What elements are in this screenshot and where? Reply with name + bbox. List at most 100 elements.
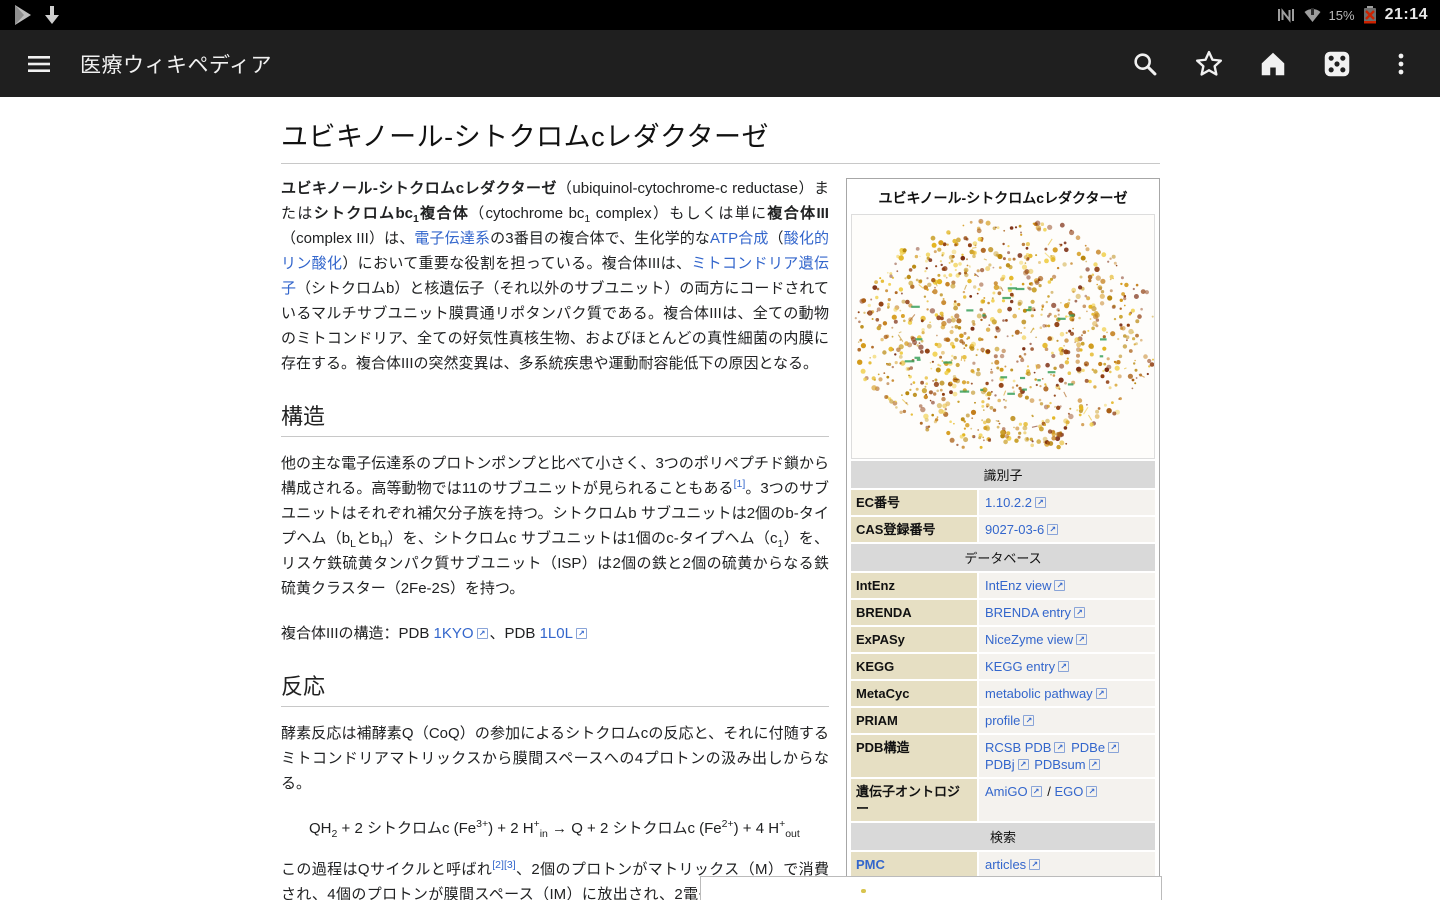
home-icon xyxy=(1261,52,1285,75)
search-button[interactable] xyxy=(1130,49,1160,79)
text-segment: （cytochrome bc xyxy=(469,205,585,222)
text-segment: EC番号 xyxy=(856,495,901,510)
infobox-row-value: KEGG entry ↗ xyxy=(979,654,1155,679)
home-button[interactable] xyxy=(1258,49,1288,79)
bookmark-button[interactable] xyxy=(1194,49,1224,79)
inline-link[interactable]: profile xyxy=(985,713,1020,728)
enzyme-infobox: ユビキノール-シトクロムcレダクターゼ 識別子 EC番号 1.10.2.2 ↗ CAS登… xyxy=(846,178,1160,900)
notification-area[interactable] xyxy=(12,3,62,27)
star-icon xyxy=(1195,50,1223,76)
infobox-row-label: PMC xyxy=(851,852,977,877)
inline-link[interactable]: BRENDA entry xyxy=(985,605,1071,620)
inline-link[interactable]: 9027-03-6 xyxy=(985,522,1044,537)
text-segment: 複合体III xyxy=(767,205,829,222)
random-article-button[interactable] xyxy=(1322,49,1352,79)
protein-structure-image[interactable] xyxy=(851,214,1155,459)
external-link-icon: ↗ xyxy=(1095,688,1107,699)
external-link-icon: ↗ xyxy=(1029,859,1041,870)
external-link-icon: ↗ xyxy=(1017,759,1029,770)
inline-link[interactable]: PMC xyxy=(856,857,885,872)
infobox-row-value: 1.10.2.2 ↗ xyxy=(979,490,1155,515)
text-segment: とb xyxy=(355,530,380,547)
infobox-row: PDB構造 RCSB PDB ↗ PDBe ↗ PDBj ↗ PDBsum ↗ xyxy=(851,735,1155,777)
text-segment: KEGG xyxy=(856,659,895,674)
pdb-structure-line: 複合体IIIの構造：PDB 1KYO ↗ 、PDB 1L0L ↗ xyxy=(281,621,829,646)
inline-link[interactable]: IntEnz view xyxy=(985,578,1051,593)
text-segment: 3+ xyxy=(476,818,489,830)
play-store-icon xyxy=(15,5,31,25)
infobox-row-value: RCSB PDB ↗ PDBe ↗ PDBj ↗ PDBsum ↗ xyxy=(979,735,1155,777)
next-infobox-partial xyxy=(700,876,1162,900)
inline-link[interactable]: metabolic pathway xyxy=(985,686,1093,701)
inline-link[interactable]: 1.10.2.2 xyxy=(985,495,1032,510)
text-segment: 遺伝子オントロジー xyxy=(856,784,961,816)
text-segment: ) + 2 H xyxy=(488,820,534,837)
status-indicators: 15% 21:14 xyxy=(1276,5,1428,25)
infobox-row: MetaCyc metabolic pathway ↗ xyxy=(851,681,1155,706)
section-heading-structure: 構造 xyxy=(281,404,829,437)
search-icon xyxy=(1134,52,1157,75)
section-heading-reaction: 反応 xyxy=(281,674,829,707)
text-segment: 、PDB xyxy=(489,625,540,642)
inline-link[interactable]: AmiGO xyxy=(985,784,1028,799)
reference-link[interactable]: [2][3] xyxy=(492,860,515,878)
text-segment: この過程はQサイクルと呼ばれ xyxy=(281,861,493,878)
hamburger-icon xyxy=(28,55,50,72)
text-segment: ExPASy xyxy=(856,632,905,647)
text-segment: 複合体 xyxy=(418,205,470,222)
inline-link[interactable]: PDBe xyxy=(1071,740,1105,755)
external-link-icon: ↗ xyxy=(1054,742,1066,753)
article: ユビキノール-シトクロムcレダクターゼ ユビキノール-シトクロムcレダクターゼ （… xyxy=(281,97,1160,900)
text-segment: BRENDA xyxy=(856,605,912,620)
infobox-row-value: NiceZyme view ↗ xyxy=(979,627,1155,652)
inline-link[interactable]: 電子伝達系 xyxy=(414,230,490,247)
external-link-icon: ↗ xyxy=(1058,661,1070,672)
structure-paragraph: 他の主な電子伝達系のプロトンポンプと比べて小さく、3つのポリペプチド鎖から構成さ… xyxy=(281,451,829,601)
infobox-row-label: MetaCyc xyxy=(851,681,977,706)
inline-link[interactable]: articles xyxy=(985,857,1026,872)
inline-link[interactable]: RCSB PDB xyxy=(985,740,1051,755)
infobox-row: BRENDA BRENDA entry ↗ xyxy=(851,600,1155,625)
toolbar-actions xyxy=(1130,49,1422,79)
text-segment: 酵素反応は補酵素Q（CoQ）の参加によるシトクロムcの反応と、それに付随するミト… xyxy=(281,725,829,792)
inline-link[interactable]: KEGG entry xyxy=(985,659,1055,674)
inline-link[interactable]: PDBsum xyxy=(1034,757,1085,772)
inline-link[interactable]: PDBj xyxy=(985,757,1015,772)
text-segment: ユビキノール-シトクロムcレダクターゼ xyxy=(281,180,557,197)
inline-link[interactable]: NiceZyme view xyxy=(985,632,1073,647)
external-link-icon: ↗ xyxy=(1086,786,1098,797)
text-segment: 2+ xyxy=(721,818,734,830)
text-segment: PDB構造 xyxy=(856,740,910,755)
infobox-row-label: 遺伝子オントロジー xyxy=(851,779,977,821)
menu-button[interactable] xyxy=(24,49,54,79)
infobox-row-value: IntEnz view ↗ xyxy=(979,573,1155,598)
external-link-icon: ↗ xyxy=(1108,742,1120,753)
overflow-menu-button[interactable] xyxy=(1386,49,1416,79)
signal-icon xyxy=(1304,8,1321,22)
download-icon xyxy=(45,6,59,24)
image-loading-speck xyxy=(861,889,866,893)
article-scroll-area[interactable]: ユビキノール-シトクロムcレダクターゼ ユビキノール-シトクロムcレダクターゼ （… xyxy=(0,97,1440,900)
text-segment: シトクロムbc xyxy=(313,205,413,222)
inline-link[interactable]: ATP合成 xyxy=(710,230,769,247)
text-segment: ) + 4 H xyxy=(733,820,780,837)
text-segment: の3番目の複合体で、生化学的な xyxy=(490,230,711,247)
infobox-row: CAS登録番号 9027-03-6 ↗ xyxy=(851,517,1155,542)
infobox-row: IntEnz IntEnz view ↗ xyxy=(851,573,1155,598)
external-link-icon: ↗ xyxy=(1023,715,1035,726)
external-link-icon: ↗ xyxy=(1073,607,1085,618)
infobox-section-header: 識別子 xyxy=(851,461,1155,488)
inline-link[interactable]: EGO xyxy=(1054,784,1083,799)
overflow-menu-icon xyxy=(1398,53,1404,74)
infobox-row-label: ExPASy xyxy=(851,627,977,652)
text-segment: MetaCyc xyxy=(856,686,910,701)
infobox-row: PRIAM profile ↗ xyxy=(851,708,1155,733)
infobox-row-value: 9027-03-6 ↗ xyxy=(979,517,1155,542)
text-segment: IntEnz xyxy=(856,578,895,593)
infobox-row-label: PRIAM xyxy=(851,708,977,733)
inline-link[interactable]: 1L0L xyxy=(540,625,573,642)
text-segment: complex）もしくは単に xyxy=(590,205,768,222)
inline-link[interactable]: 1KYO xyxy=(434,625,474,642)
reference-link[interactable]: [1] xyxy=(734,479,746,497)
external-link-icon: ↗ xyxy=(1047,524,1059,535)
